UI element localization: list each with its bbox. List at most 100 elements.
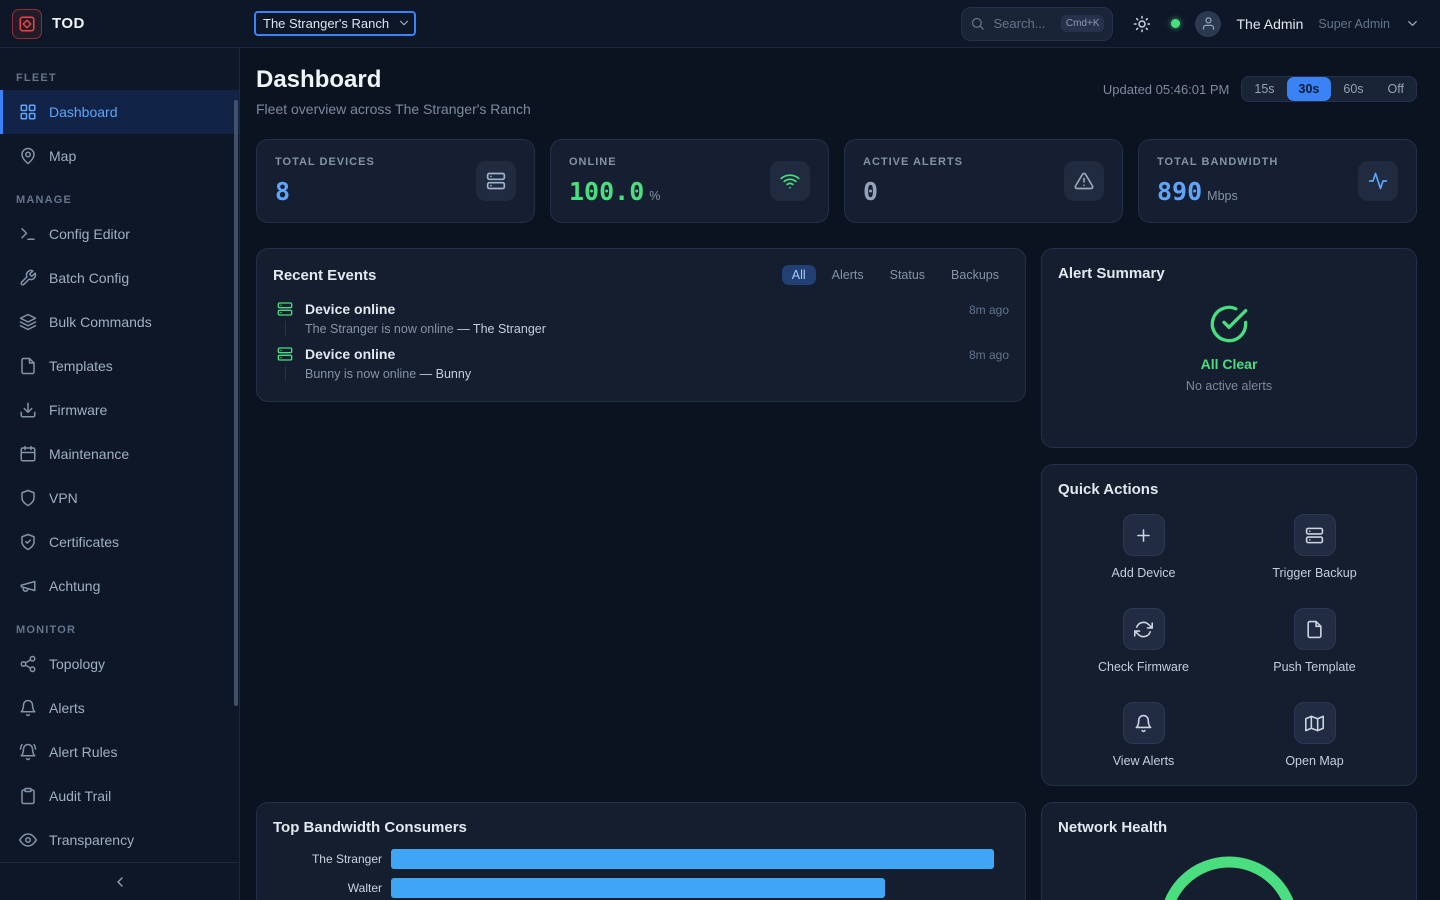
- sidebar-item-label: Templates: [49, 358, 113, 374]
- add-device-action[interactable]: Add Device: [1058, 514, 1229, 580]
- event-timestamp: 8m ago: [969, 301, 1009, 336]
- sidebar-item-label: Achtung: [49, 578, 100, 594]
- sidebar-item-label: Bulk Commands: [49, 314, 152, 330]
- sidebar-item-label: Maintenance: [49, 446, 129, 462]
- sidebar-item-label: Firmware: [49, 402, 107, 418]
- network-health-card: Network Health: [1041, 802, 1417, 900]
- sidebar-item-label: Alerts: [49, 700, 85, 716]
- refresh-off-button[interactable]: Off: [1376, 77, 1416, 101]
- layers-icon: [19, 313, 37, 331]
- refresh-interval-group: 15s 30s 60s Off: [1241, 76, 1417, 102]
- logo-zone: TOD: [0, 0, 240, 47]
- stat-unit: Mbps: [1207, 189, 1238, 203]
- view-alerts-action[interactable]: View Alerts: [1058, 702, 1229, 768]
- sidebar-item-templates[interactable]: Templates: [0, 344, 239, 388]
- stat-value: 890: [1157, 177, 1202, 206]
- sidebar-item-batch-config[interactable]: Batch Config: [0, 256, 239, 300]
- sidebar-item-config-editor[interactable]: Config Editor: [0, 212, 239, 256]
- sidebar-item-map[interactable]: Map: [0, 134, 239, 178]
- sidebar-item-maintenance[interactable]: Maintenance: [0, 432, 239, 476]
- wrench-icon: [19, 269, 37, 287]
- content-grid: Recent Events All Alerts Status Backups: [256, 248, 1417, 900]
- alert-status-text: All Clear: [1201, 356, 1258, 372]
- map-pin-icon: [19, 147, 37, 165]
- bell-ring-icon: [19, 743, 37, 761]
- open-map-action[interactable]: Open Map: [1229, 702, 1400, 768]
- user-avatar[interactable]: [1195, 11, 1221, 37]
- filter-all-chip[interactable]: All: [782, 265, 816, 285]
- sun-icon: [1133, 15, 1151, 33]
- app-shell: FLEET Dashboard Map MANAGE Config Editor: [0, 48, 1440, 900]
- sidebar-item-alerts[interactable]: Alerts: [0, 686, 239, 730]
- event-title: Device online: [305, 301, 957, 317]
- clipboard-icon: [19, 787, 37, 805]
- sidebar-item-achtung[interactable]: Achtung: [0, 564, 239, 608]
- alert-triangle-icon: [1074, 171, 1094, 191]
- quick-actions-title: Quick Actions: [1058, 481, 1400, 498]
- check-firmware-action[interactable]: Check Firmware: [1058, 608, 1229, 674]
- plus-icon: [1134, 526, 1153, 545]
- device-server-icon: [277, 301, 293, 317]
- trigger-backup-action[interactable]: Trigger Backup: [1229, 514, 1400, 580]
- sidebar-item-dashboard[interactable]: Dashboard: [0, 90, 239, 134]
- eye-icon: [19, 831, 37, 849]
- event-description: Bunny is now online — Bunny: [305, 367, 957, 381]
- push-template-action[interactable]: Push Template: [1229, 608, 1400, 674]
- stat-value: 8: [275, 177, 290, 206]
- sidebar-item-bulk-commands[interactable]: Bulk Commands: [0, 300, 239, 344]
- section-label-manage: MANAGE: [0, 194, 239, 206]
- sidebar-collapse-button[interactable]: [0, 862, 239, 900]
- event-row[interactable]: Device online The Stranger is now online…: [273, 295, 1009, 340]
- sidebar-item-transparency[interactable]: Transparency: [0, 818, 239, 862]
- wifi-icon: [780, 171, 800, 191]
- refresh-15s-button[interactable]: 15s: [1242, 77, 1286, 101]
- sidebar-item-topology[interactable]: Topology: [0, 642, 239, 686]
- theme-toggle-button[interactable]: [1128, 10, 1156, 38]
- global-search[interactable]: Cmd+K: [961, 7, 1113, 41]
- sidebar-item-label: Dashboard: [49, 104, 118, 120]
- user-menu-chevron-down-icon[interactable]: [1405, 16, 1420, 31]
- stat-card-online: ONLINE 100.0 %: [550, 139, 829, 223]
- timeline-connector: [285, 366, 286, 381]
- event-description: The Stranger is now online — The Strange…: [305, 322, 957, 336]
- activity-icon: [1368, 171, 1388, 191]
- sidebar-item-firmware[interactable]: Firmware: [0, 388, 239, 432]
- connection-status-dot: [1171, 19, 1180, 28]
- stat-value: 0: [863, 177, 878, 206]
- sidebar-item-vpn[interactable]: VPN: [0, 476, 239, 520]
- fleet-selector[interactable]: The Stranger's Ranch: [254, 11, 416, 36]
- bandwidth-bar: [391, 849, 994, 869]
- event-title: Device online: [305, 346, 957, 362]
- sidebar-scrollbar[interactable]: [234, 100, 238, 706]
- quick-actions-grid: Add Device Trigger Backup Check Firmware: [1058, 514, 1400, 768]
- stat-label: ONLINE: [569, 156, 660, 168]
- recent-events-title: Recent Events: [273, 267, 376, 284]
- sidebar-item-certificates[interactable]: Certificates: [0, 520, 239, 564]
- recent-events-card: Recent Events All Alerts Status Backups: [256, 248, 1026, 402]
- refresh-30s-button[interactable]: 30s: [1287, 77, 1332, 101]
- sidebar-item-label: Map: [49, 148, 76, 164]
- timeline-connector: [285, 321, 286, 336]
- filter-status-chip[interactable]: Status: [880, 265, 935, 285]
- refresh-icon: [1134, 620, 1153, 639]
- stat-label: TOTAL BANDWIDTH: [1157, 156, 1278, 168]
- app-title: TOD: [52, 15, 85, 32]
- event-filter-chips: All Alerts Status Backups: [782, 265, 1009, 285]
- sidebar: FLEET Dashboard Map MANAGE Config Editor: [0, 48, 240, 900]
- filter-alerts-chip[interactable]: Alerts: [822, 265, 874, 285]
- bar-label: The Stranger: [273, 852, 391, 866]
- section-label-monitor: MONITOR: [0, 624, 239, 636]
- sidebar-item-alert-rules[interactable]: Alert Rules: [0, 730, 239, 774]
- filter-backups-chip[interactable]: Backups: [941, 265, 1009, 285]
- sidebar-item-label: Topology: [49, 656, 105, 672]
- sidebar-item-audit-trail[interactable]: Audit Trail: [0, 774, 239, 818]
- sidebar-item-label: VPN: [49, 490, 78, 506]
- event-row[interactable]: Device online Bunny is now online — Bunn…: [273, 340, 1009, 385]
- refresh-60s-button[interactable]: 60s: [1331, 77, 1375, 101]
- top-bar-main: The Stranger's Ranch Cmd+K The Admin Sup…: [240, 0, 1440, 47]
- dashboard-grid-icon: [19, 103, 37, 121]
- bandwidth-card: Top Bandwidth Consumers The Stranger Wal…: [256, 802, 1026, 900]
- action-label: View Alerts: [1113, 754, 1175, 768]
- server-icon: [1305, 526, 1324, 545]
- search-input[interactable]: [993, 16, 1052, 31]
